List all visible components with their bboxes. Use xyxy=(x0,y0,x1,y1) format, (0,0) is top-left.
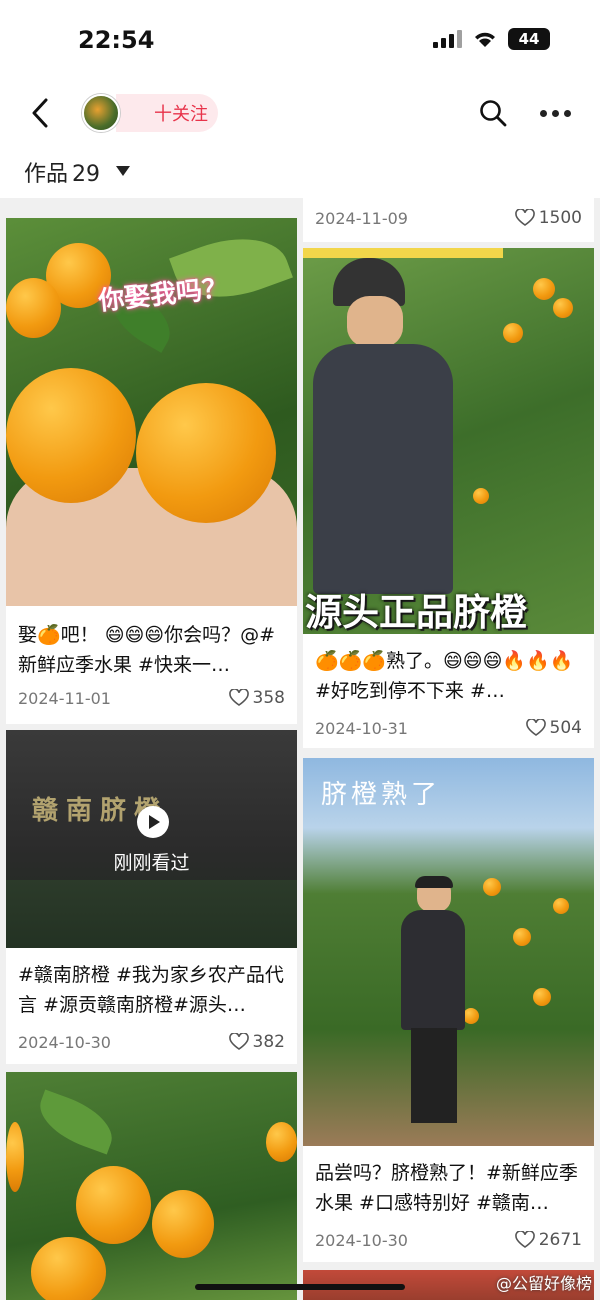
post-caption: #赣南脐橙 #我为家乡农产品代言 #源贡赣南脐橙#源头… xyxy=(18,964,284,1016)
post-card[interactable]: 赣南脐橙 刚刚看过 #赣南脐橙 #我为家乡农产品代言 #源贡赣南脐橙#源头… 2… xyxy=(6,730,297,1064)
post-card[interactable] xyxy=(6,1072,297,1300)
home-indicator xyxy=(195,1284,405,1290)
post-overlay-text: 脐橙熟了 xyxy=(321,780,442,810)
caret-down-icon[interactable] xyxy=(116,166,130,176)
post-date: 2024-10-31 xyxy=(315,718,408,738)
works-count: 29 xyxy=(72,162,101,187)
post-meta: 2024-11-01 358 xyxy=(18,688,285,708)
heart-icon xyxy=(525,719,546,736)
post-date: 2024-11-01 xyxy=(18,688,111,708)
post-meta: 2024-10-31 504 xyxy=(315,718,582,738)
status-time: 22:54 xyxy=(78,26,155,54)
works-label: 作品 29 xyxy=(24,162,101,187)
post-date: 2024-10-30 xyxy=(315,1230,408,1250)
follow-label: 十关注 xyxy=(154,104,208,125)
status-bar: 22:54 44 xyxy=(0,0,600,80)
post-card[interactable]: 2024-11-09 1500 xyxy=(303,198,594,242)
like-count[interactable]: 358 xyxy=(228,688,285,708)
like-count[interactable]: 382 xyxy=(228,1032,285,1052)
post-meta: 2024-10-30 382 xyxy=(18,1032,285,1052)
post-thumbnail[interactable]: 源头正品脐橙 xyxy=(303,248,594,634)
more-dots-icon[interactable] xyxy=(540,110,574,118)
post-meta: 2024-10-30 2671 xyxy=(315,1230,582,1250)
post-date: 2024-10-30 xyxy=(18,1032,111,1052)
like-count[interactable]: 1500 xyxy=(514,208,582,228)
post-thumbnail[interactable]: 脐橙熟了 xyxy=(303,758,594,1146)
search-icon[interactable] xyxy=(478,98,508,128)
status-icons: 44 xyxy=(433,28,550,50)
post-feed: 你娶我吗？ 娶🍊吧！ 😄😄😄你会吗？@#新鲜应季水果 #快来一… 2024-11… xyxy=(0,198,600,1300)
heart-icon xyxy=(514,209,535,226)
post-card[interactable]: 你娶我吗？ 娶🍊吧！ 😄😄😄你会吗？@#新鲜应季水果 #快来一… 2024-11… xyxy=(6,218,297,724)
chevron-left-icon[interactable] xyxy=(24,96,58,130)
watched-label: 刚刚看过 xyxy=(113,852,190,874)
profile-header: 十关注 xyxy=(0,80,600,148)
like-count[interactable]: 504 xyxy=(525,718,582,738)
post-overlay-text: 你娶我吗？ xyxy=(97,273,230,317)
watermark: @公留好像榜 xyxy=(495,1274,592,1293)
play-icon[interactable] xyxy=(137,806,169,838)
post-card[interactable]: 脐橙熟了 品尝吗？脐橙熟了！#新鲜应季水果 #口感特别好 #赣南… 2024-1… xyxy=(303,758,594,1262)
heart-icon xyxy=(228,1033,249,1050)
post-thumbnail[interactable]: 赣南脐橙 刚刚看过 xyxy=(6,730,297,948)
post-meta: 2024-11-09 1500 xyxy=(315,208,582,228)
post-overlay-text: 源头正品脐橙 xyxy=(305,591,527,634)
like-count[interactable]: 2671 xyxy=(514,1230,582,1250)
works-filter[interactable]: 作品 29 xyxy=(0,148,600,198)
follow-button[interactable]: 十关注 xyxy=(116,94,218,132)
heart-icon xyxy=(228,689,249,706)
battery-icon: 44 xyxy=(508,28,550,50)
wifi-icon xyxy=(475,32,495,47)
post-thumbnail[interactable] xyxy=(6,1072,297,1300)
post-caption: 娶🍊吧！ 😄😄😄你会吗？@#新鲜应季水果 #快来一… xyxy=(18,624,276,676)
post-thumbnail[interactable]: 你娶我吗？ xyxy=(6,218,297,606)
signal-icon xyxy=(433,30,462,48)
post-caption: 🍊🍊🍊熟了。😄😄😄🔥🔥🔥#好吃到停不下来 #… xyxy=(315,650,574,702)
post-caption: 品尝吗？脐橙熟了！#新鲜应季水果 #口感特别好 #赣南… xyxy=(315,1162,578,1214)
heart-icon xyxy=(514,1231,535,1248)
avatar[interactable] xyxy=(82,94,120,132)
post-date: 2024-11-09 xyxy=(315,208,408,228)
post-card[interactable]: 源头正品脐橙 🍊🍊🍊熟了。😄😄😄🔥🔥🔥#好吃到停不下来 #… 2024-10-3… xyxy=(303,248,594,748)
